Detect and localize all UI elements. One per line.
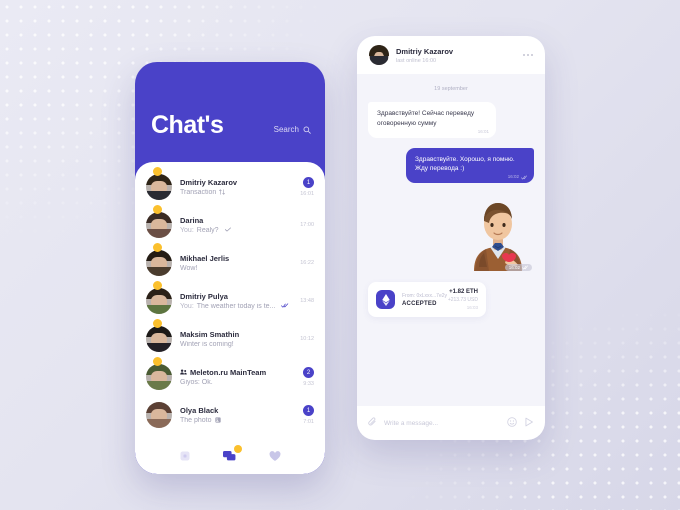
chat-list-phone: Chat's Search Dmitriy Kazarov Transaction… <box>135 62 325 474</box>
chat-name: Dmitriy Kazarov <box>180 177 238 187</box>
chat-preview-message: Wow! <box>180 265 198 272</box>
chat-list-item[interactable]: Mikhael Jerlis Wow! 16:22 <box>135 243 325 282</box>
chat-timestamp: 16:22 <box>300 260 314 266</box>
transaction-card[interactable]: From: 0xLxxx...7e2y ACCEPTED +1.82 ETH +… <box>368 282 486 317</box>
chat-list-item[interactable]: Meleton.ru MainTeam Giyos: Ok. 2 9:33 <box>135 357 325 396</box>
unread-count-badge: 1 <box>303 405 314 416</box>
chat-preview-message: You: The weather today is te... <box>180 303 296 310</box>
send-arrow-icon[interactable] <box>524 414 534 432</box>
chat-preview-message: Winter is coming! <box>180 341 234 348</box>
chat-name: Maksim Smathin <box>180 330 240 339</box>
man-with-heart-sticker: 16:02 <box>462 191 534 273</box>
chat-timestamp: 9:33 <box>303 381 314 387</box>
chat-name: Meleton.ru MainTeam <box>180 368 299 377</box>
avatar[interactable] <box>146 326 172 352</box>
chat-timestamp: 10:12 <box>300 336 314 342</box>
avatar-status-badge <box>153 167 162 176</box>
chat-list-item[interactable]: Maksim Smathin Winter is coming! 10:12 <box>135 319 325 358</box>
chat-name: Dmitriy Pulya <box>180 292 228 301</box>
message-time-status: 16:02 <box>508 174 527 181</box>
transaction-time: 16:03 <box>466 305 478 310</box>
search-label: Search <box>273 125 299 134</box>
avatar[interactable] <box>146 212 172 238</box>
avatar-status-badge <box>153 357 162 366</box>
chat-timestamp: 17:00 <box>300 222 314 228</box>
attachment-clip-icon[interactable] <box>368 414 377 432</box>
chat-list-item[interactable]: Darina You: Realy? 17:00 <box>135 205 325 244</box>
contact-status: last online 16:00 <box>396 57 437 64</box>
check-icon <box>224 227 231 234</box>
message-time: 16:01 <box>477 128 489 134</box>
nav-chats-button[interactable] <box>221 445 242 464</box>
double-check-icon <box>522 265 528 270</box>
transfer-arrows-icon <box>219 188 226 197</box>
chat-list-item[interactable]: Dmitriy Kazarov Transaction 1 16:01 <box>135 167 325 206</box>
double-check-icon <box>281 303 289 310</box>
bottom-navigation <box>135 445 325 464</box>
date-separator: 19 september <box>434 86 468 92</box>
chat-timestamp: 16:01 <box>300 191 314 197</box>
transaction-amount-eth: +1.82 ETH <box>449 289 478 295</box>
message-bubble-outgoing: Здравствуйте. Хорошо, я помню. Жду перев… <box>406 147 534 183</box>
emoji-smiley-icon[interactable] <box>507 414 517 432</box>
conversation-phone: Dmitriy Kazarov last online 16:00 19 sep… <box>357 36 545 440</box>
chat-name: Olya Black <box>180 405 219 415</box>
unread-count-badge: 2 <box>303 367 314 378</box>
ethereum-icon <box>376 290 395 309</box>
double-check-icon <box>521 175 527 180</box>
chat-name: Darina <box>180 216 204 225</box>
sticker-time-status: 16:02 <box>504 264 532 271</box>
nav-chats-badge <box>233 445 242 453</box>
avatar[interactable] <box>146 288 172 314</box>
avatar-status-badge <box>153 205 162 214</box>
chat-preview-message: The photo <box>180 416 299 425</box>
chat-list: Dmitriy Kazarov Transaction 1 16:01 Darina Yo… <box>135 162 325 474</box>
unread-count-badge: 1 <box>303 177 314 188</box>
page-title: Chat's <box>151 111 224 139</box>
avatar[interactable] <box>146 402 172 428</box>
search-button[interactable]: Search <box>274 125 311 134</box>
chat-preview-message: Transaction <box>180 188 296 197</box>
avatar-status-badge <box>153 319 162 328</box>
photo-icon <box>214 416 221 425</box>
transaction-amount-usd: +213.73 USD <box>447 297 478 303</box>
chat-list-header: Chat's Search <box>135 62 325 162</box>
message-text: Здравствуйте! Сейчас переведу оговоренну… <box>377 110 475 127</box>
chat-list-item[interactable]: Dmitriy Pulya You: The weather today is te… <box>135 281 325 320</box>
message-input-bar: Write a message... <box>357 406 545 440</box>
avatar[interactable] <box>369 45 389 65</box>
avatar-status-badge <box>153 243 162 252</box>
group-people-icon <box>180 368 187 377</box>
nav-favorites-button[interactable] <box>266 448 284 464</box>
chat-preview-message: You: Realy? <box>180 227 296 234</box>
conversation-header: Dmitriy Kazarov last online 16:00 <box>357 36 545 74</box>
avatar[interactable] <box>146 364 172 390</box>
transaction-from: From: 0xLxxx...7e2y <box>402 292 448 299</box>
message-input-placeholder[interactable]: Write a message... <box>384 420 500 427</box>
chat-timestamp: 7:01 <box>303 419 314 425</box>
avatar[interactable] <box>146 174 172 200</box>
search-icon[interactable] <box>303 126 311 134</box>
message-bubble-incoming: Здравствуйте! Сейчас переведу оговоренну… <box>368 102 496 138</box>
avatar-status-badge <box>153 281 162 290</box>
contact-name: Dmitriy Kazarov <box>396 46 454 56</box>
transaction-status: ACCEPTED <box>402 300 437 307</box>
chat-list-item[interactable]: Olya Black The photo 1 7:01 <box>135 396 325 434</box>
nav-stories-button[interactable] <box>176 448 194 464</box>
more-options-icon[interactable] <box>523 54 533 56</box>
message-area: 19 september Здравствуйте! Сейчас переве… <box>357 74 545 406</box>
chat-name: Mikhael Jerlis <box>180 254 230 263</box>
background-dot-pattern <box>0 0 680 510</box>
chat-preview-message: Giyos: Ok. <box>180 379 213 386</box>
message-text: Здравствуйте. Хорошо, я помню. Жду перев… <box>415 155 515 173</box>
avatar[interactable] <box>146 250 172 276</box>
chat-timestamp: 13:48 <box>300 298 314 304</box>
